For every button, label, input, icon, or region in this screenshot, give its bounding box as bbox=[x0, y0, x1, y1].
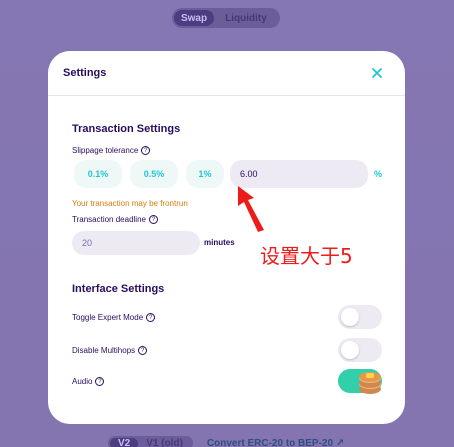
pancake-icon bbox=[359, 372, 381, 394]
tab-v1-old[interactable]: V1 (old) bbox=[138, 438, 191, 447]
slippage-label-text: Slippage tolerance bbox=[72, 146, 139, 155]
slippage-label: Slippage tolerance ? bbox=[72, 146, 151, 155]
multihops-label: Disable Multihops ? bbox=[72, 346, 148, 355]
version-bar: V2 V1 (old) Convert ERC-20 to BEP-20 ↗ bbox=[108, 436, 344, 447]
convert-erc20-link[interactable]: Convert ERC-20 to BEP-20 ↗ bbox=[207, 438, 344, 447]
toggle-knob bbox=[341, 341, 359, 359]
multihops-label-text: Disable Multihops bbox=[72, 346, 136, 355]
minutes-label: minutes bbox=[204, 238, 235, 247]
help-icon[interactable]: ? bbox=[141, 146, 151, 155]
swap-liquidity-switch: Swap Liquidity bbox=[172, 8, 280, 28]
annotation-arrow bbox=[238, 186, 264, 232]
slippage-option-1[interactable]: 1% bbox=[186, 160, 224, 188]
close-icon bbox=[372, 68, 382, 78]
tab-v2[interactable]: V2 bbox=[110, 437, 139, 447]
interface-settings-title: Interface Settings bbox=[72, 283, 165, 295]
percent-symbol: % bbox=[374, 169, 383, 179]
slippage-option-0-1[interactable]: 0.1% bbox=[74, 160, 122, 188]
tab-liquidity[interactable]: Liquidity bbox=[214, 10, 278, 26]
audio-label-text: Audio bbox=[72, 377, 93, 386]
help-icon[interactable]: ? bbox=[146, 313, 156, 322]
transaction-settings-title: Transaction Settings bbox=[72, 123, 181, 135]
help-icon[interactable]: ? bbox=[95, 377, 105, 386]
multihops-toggle[interactable] bbox=[338, 338, 382, 362]
settings-modal: Settings Transaction Settings Slippage t… bbox=[48, 51, 405, 424]
expert-mode-toggle[interactable] bbox=[338, 305, 382, 329]
modal-title: Settings bbox=[63, 67, 107, 79]
audio-toggle[interactable] bbox=[338, 369, 382, 394]
toggle-knob bbox=[341, 308, 359, 326]
modal-header: Settings bbox=[48, 51, 405, 96]
deadline-input[interactable] bbox=[72, 231, 200, 255]
slippage-option-0-5[interactable]: 0.5% bbox=[130, 160, 178, 188]
audio-label: Audio ? bbox=[72, 377, 105, 386]
annotation-text: 设置大于5 bbox=[260, 244, 353, 268]
close-button[interactable] bbox=[369, 65, 385, 81]
tab-swap[interactable]: Swap bbox=[174, 10, 214, 26]
help-icon[interactable]: ? bbox=[148, 215, 158, 224]
deadline-label: Transaction deadline ? bbox=[72, 215, 158, 224]
help-icon[interactable]: ? bbox=[138, 346, 148, 355]
expert-mode-label: Toggle Expert Mode ? bbox=[72, 313, 156, 322]
frontrun-warning: Your transaction may be frontrun bbox=[72, 199, 188, 208]
deadline-label-text: Transaction deadline bbox=[72, 215, 146, 224]
expert-mode-label-text: Toggle Expert Mode bbox=[72, 313, 144, 322]
version-switch: V2 V1 (old) bbox=[108, 436, 193, 447]
